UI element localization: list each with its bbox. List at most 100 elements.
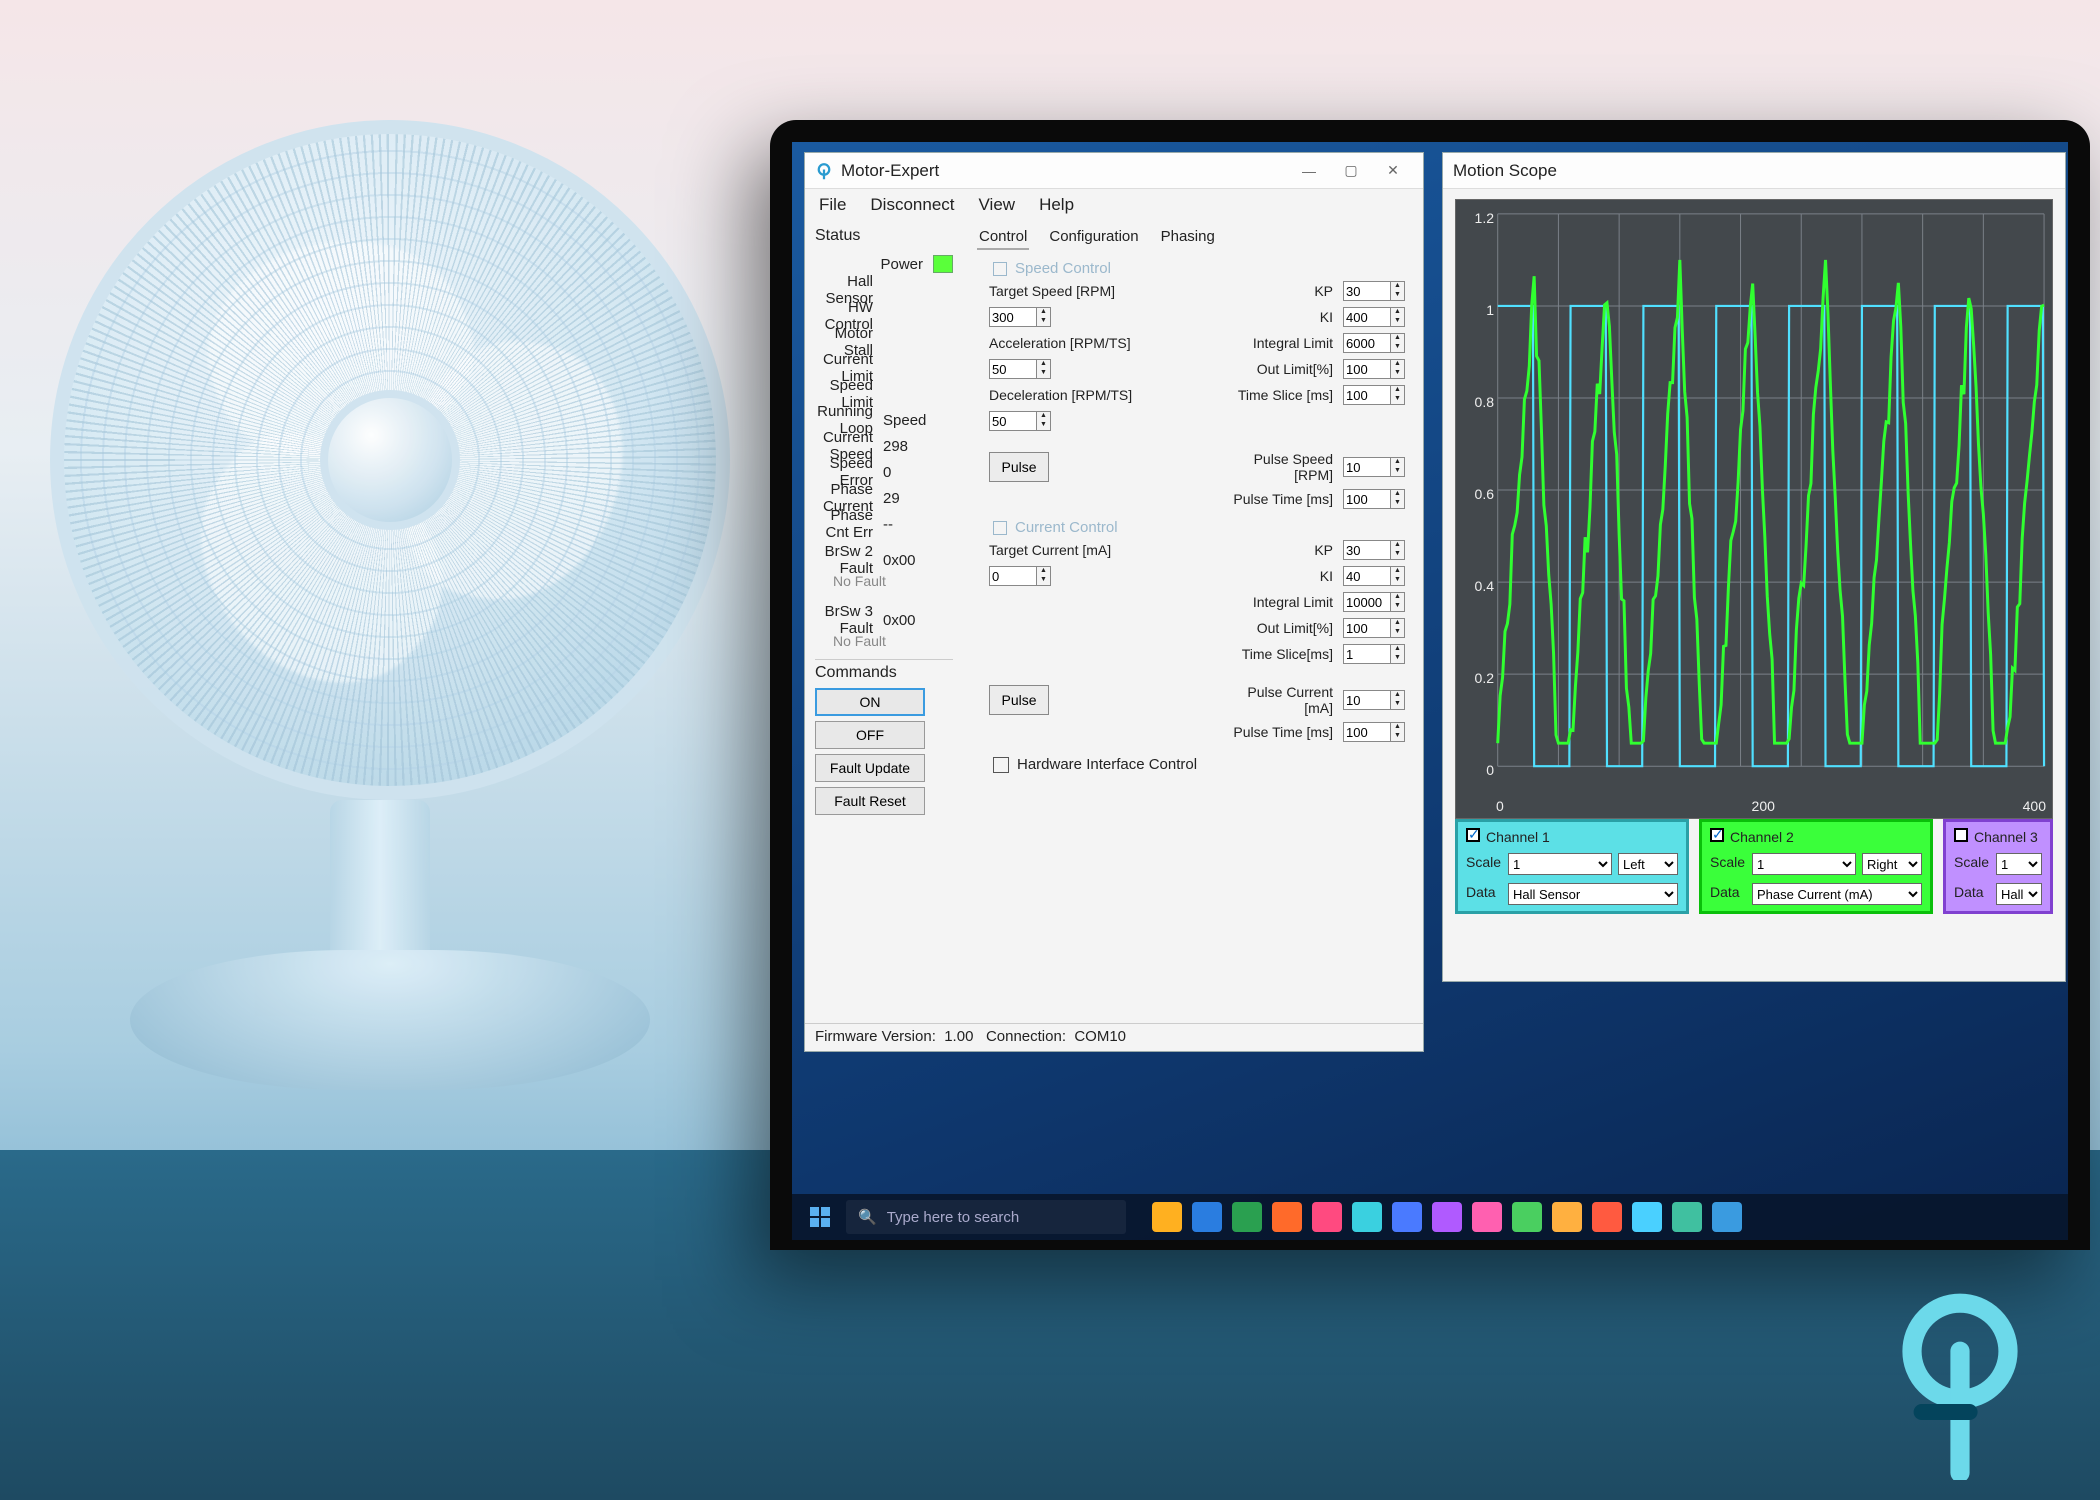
spinner-arrows-icon[interactable]: ▲▼ [1037,566,1051,586]
channel-2-scale-select[interactable]: 1 [1752,853,1856,875]
taskbar-app-1[interactable] [1192,1202,1222,1232]
current-pulse-button[interactable]: Pulse [989,685,1049,715]
sc-kp-input[interactable] [1343,281,1391,301]
minimize-button[interactable]: — [1289,157,1329,185]
spinner-arrows-icon[interactable]: ▲▼ [1391,359,1405,379]
start-button[interactable] [800,1207,840,1227]
on-button[interactable]: ON [815,688,925,716]
fault-reset-button[interactable]: Fault Reset [815,787,925,815]
cc-ki-input[interactable] [1343,566,1391,586]
spinner-arrows-icon[interactable]: ▲▼ [1391,333,1405,353]
channel-1-label: Channel 1 [1486,829,1550,845]
channel-3-scale-select[interactable]: 1 [1996,853,2042,875]
spinner-arrows-icon[interactable]: ▲▼ [1391,457,1405,477]
taskbar-app-4[interactable] [1312,1202,1342,1232]
taskbar-app-7[interactable] [1432,1202,1462,1232]
spinner-arrows-icon[interactable]: ▲▼ [1391,540,1405,560]
sc-kp-label: KP [1223,283,1333,299]
menu-disconnect[interactable]: Disconnect [870,195,954,215]
taskbar-app-13[interactable] [1672,1202,1702,1232]
channel-3-checkbox[interactable] [1954,828,1968,842]
target-current-label: Target Current [mA] [983,542,1213,558]
sc-timeslice-input[interactable] [1343,385,1391,405]
menu-view[interactable]: View [979,195,1016,215]
channel-1-checkbox[interactable] [1466,828,1480,842]
spinner-arrows-icon[interactable]: ▲▼ [1391,385,1405,405]
status-speederr-value: 0 [883,464,953,481]
menu-help[interactable]: Help [1039,195,1074,215]
taskbar-pinned-apps [1152,1202,1742,1232]
speed-control-checkbox[interactable] [993,262,1007,276]
channel-2-data-select[interactable]: Phase Current (mA) [1752,883,1922,905]
taskbar-app-5[interactable] [1352,1202,1382,1232]
hw-interface-checkbox[interactable] [993,757,1009,773]
taskbar-app-8[interactable] [1472,1202,1502,1232]
taskbar-app-12[interactable] [1632,1202,1662,1232]
sc-pulsetime-input[interactable] [1343,489,1391,509]
spinner-arrows-icon[interactable]: ▲▼ [1391,644,1405,664]
taskbar-app-14[interactable] [1712,1202,1742,1232]
channel-1-panel: Channel 1 Scale1Left DataHall Sensor [1455,819,1689,914]
target-speed-input[interactable] [989,307,1037,327]
channel-3-data-select[interactable]: Hall Sen [1996,883,2042,905]
taskbar-app-6[interactable] [1392,1202,1422,1232]
menu-file[interactable]: File [819,195,846,215]
spinner-arrows-icon[interactable]: ▲▼ [1391,566,1405,586]
cc-timeslice-input[interactable] [1343,644,1391,664]
cc-kp-input[interactable] [1343,540,1391,560]
tab-configuration[interactable]: Configuration [1047,225,1140,250]
taskbar-app-2[interactable] [1232,1202,1262,1232]
spinner-arrows-icon[interactable]: ▲▼ [1391,722,1405,742]
cc-pulsetime-label: Pulse Time [ms] [1223,724,1333,740]
spinner-arrows-icon[interactable]: ▲▼ [1391,618,1405,638]
titlebar[interactable]: Motor-Expert — ▢ ✕ [805,153,1423,189]
taskbar-app-9[interactable] [1512,1202,1542,1232]
power-led-icon [933,255,953,273]
scope-titlebar[interactable]: Motion Scope [1443,153,2065,189]
pulse-speed-input[interactable] [1343,457,1391,477]
taskbar-app-11[interactable] [1592,1202,1622,1232]
scope-plot[interactable]: 1.210.80.60.40.20 0200400 [1455,199,2053,819]
spinner-arrows-icon[interactable]: ▲▼ [1391,690,1405,710]
channel-2-checkbox[interactable] [1710,828,1724,842]
spinner-arrows-icon[interactable]: ▲▼ [1391,307,1405,327]
spinner-arrows-icon[interactable]: ▲▼ [1391,281,1405,301]
taskbar: 🔍 Type here to search [792,1194,2068,1240]
sc-outlim-input[interactable] [1343,359,1391,379]
decel-input[interactable] [989,411,1037,431]
taskbar-app-0[interactable] [1152,1202,1182,1232]
maximize-button[interactable]: ▢ [1331,157,1371,185]
monitor: Motor-Expert — ▢ ✕ File Disconnect View … [770,120,2090,1250]
cc-intlim-label: Integral Limit [1223,594,1333,610]
accel-input[interactable] [989,359,1037,379]
channel-2-align-select[interactable]: Right [1862,853,1922,875]
pulse-current-input[interactable] [1343,690,1391,710]
current-control-checkbox[interactable] [993,521,1007,535]
taskbar-search[interactable]: 🔍 Type here to search [846,1200,1126,1234]
speed-pulse-button[interactable]: Pulse [989,452,1049,482]
status-brsw3-value: 0x00 [883,612,953,629]
cc-outlim-input[interactable] [1343,618,1391,638]
channel-1-scale-select[interactable]: 1 [1508,853,1612,875]
channel-1-data-select[interactable]: Hall Sensor [1508,883,1678,905]
taskbar-app-10[interactable] [1552,1202,1582,1232]
tab-phasing[interactable]: Phasing [1159,225,1217,250]
fault-update-button[interactable]: Fault Update [815,754,925,782]
sc-ki-input[interactable] [1343,307,1391,327]
off-button[interactable]: OFF [815,721,925,749]
sc-intlim-input[interactable] [1343,333,1391,353]
spinner-arrows-icon[interactable]: ▲▼ [1037,359,1051,379]
taskbar-app-3[interactable] [1272,1202,1302,1232]
spinner-arrows-icon[interactable]: ▲▼ [1037,307,1051,327]
target-current-input[interactable] [989,566,1037,586]
close-button[interactable]: ✕ [1373,157,1413,185]
spinner-arrows-icon[interactable]: ▲▼ [1391,489,1405,509]
cc-pulsetime-input[interactable] [1343,722,1391,742]
spinner-arrows-icon[interactable]: ▲▼ [1391,592,1405,612]
speed-control-title: Speed Control [1015,260,1111,277]
channel-1-align-select[interactable]: Left [1618,853,1678,875]
tab-control[interactable]: Control [977,225,1029,250]
cc-intlim-input[interactable] [1343,592,1391,612]
spinner-arrows-icon[interactable]: ▲▼ [1037,411,1051,431]
channel-3-panel: Channel 3 Scale1 DataHall Sen [1943,819,2053,914]
